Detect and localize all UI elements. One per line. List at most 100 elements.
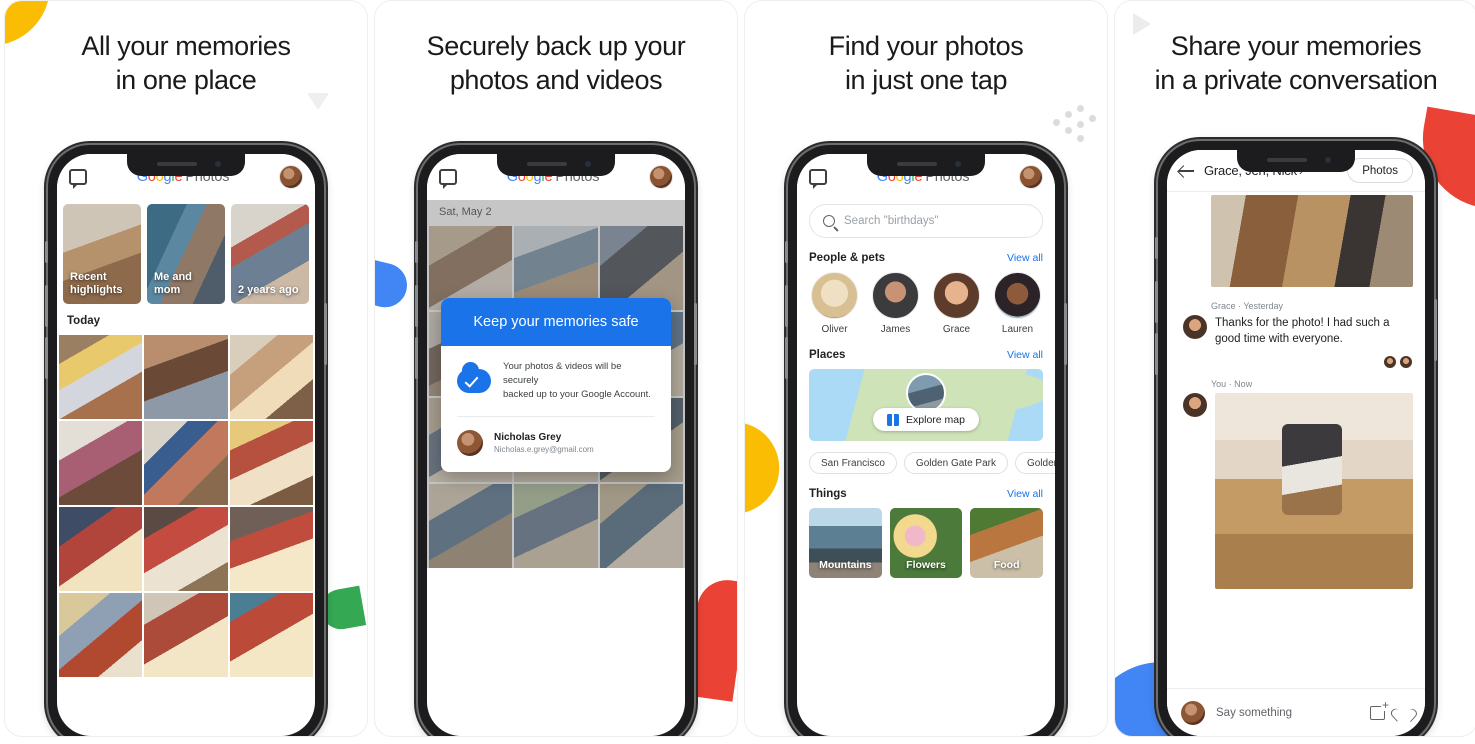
photo-thumbnail[interactable]	[144, 335, 228, 419]
avatar[interactable]	[649, 165, 673, 189]
photo-thumbnail[interactable]	[229, 507, 313, 591]
person-name: Lauren	[1001, 324, 1034, 335]
phone-screen: Grace, Jen, Nick› Photos Grace · Yesterd…	[1167, 150, 1425, 736]
message-composer[interactable]: Say something	[1167, 688, 1425, 736]
thing-card[interactable]: Mountains	[809, 508, 882, 578]
place-chip[interactable]: San Francisco	[809, 452, 897, 474]
avatar[interactable]	[1019, 165, 1043, 189]
screenshot-card-search[interactable]: Find your photos in just one tap Google P…	[744, 0, 1108, 737]
avatar	[1181, 700, 1205, 725]
phone-volume-up-button	[45, 285, 48, 327]
photo-thumbnail[interactable]	[59, 507, 143, 591]
phone-notch	[127, 154, 245, 176]
explore-map-button[interactable]: Explore map	[873, 408, 979, 431]
message-meta: You · Now	[1211, 379, 1253, 389]
page-title: Securely back up your photos and videos	[375, 29, 737, 97]
dialog-body: Your photos & videos will be securely ba…	[441, 346, 671, 416]
highlight-card[interactable]: 2 years ago	[231, 204, 309, 304]
view-all-link-places[interactable]: View all	[1007, 349, 1043, 361]
photo-thumbnail[interactable]	[144, 421, 228, 505]
headline-line-1: Share your memories	[1170, 31, 1422, 61]
phone-power-button	[324, 303, 327, 365]
screenshot-card-backup[interactable]: Securely back up your photos and videos	[374, 0, 738, 737]
photo-thumbnail[interactable]	[59, 335, 143, 419]
people-and-pets-row[interactable]: Oliver James Grace Lauren	[797, 270, 1055, 335]
highlight-card[interactable]: Recent highlights	[63, 204, 141, 304]
photo-thumbnail[interactable]	[229, 335, 313, 419]
map-pin-thumbnail	[906, 373, 946, 413]
person-item[interactable]: Lauren	[992, 272, 1043, 335]
photo-thumbnail[interactable]	[59, 421, 143, 505]
dialog-description-line-2: backed up to your Google Account.	[503, 389, 651, 400]
phone-volume-up-button	[785, 285, 788, 327]
screenshot-card-memories[interactable]: All your memories in one place Google Pho…	[4, 0, 368, 737]
phone-mute-switch	[415, 241, 418, 263]
seen-by-avatars	[1167, 347, 1425, 369]
section-title: Things	[809, 488, 847, 500]
photos-button[interactable]: Photos	[1347, 158, 1413, 183]
photo-grid[interactable]	[57, 335, 315, 677]
section-header-people: People & pets View all	[797, 238, 1055, 270]
message-photo[interactable]	[1211, 195, 1413, 287]
chat-bubble-icon[interactable]	[809, 169, 827, 189]
thing-card[interactable]: Food	[970, 508, 1044, 578]
person-item[interactable]: James	[870, 272, 921, 335]
view-all-link-things[interactable]: View all	[1007, 488, 1043, 500]
person-item[interactable]: Grace	[931, 272, 982, 335]
phone-screen: Google Photos Recent highlights Me and mom…	[57, 154, 315, 736]
photo-thumbnail[interactable]	[429, 484, 513, 568]
account-name: Nicholas Grey	[494, 432, 562, 443]
things-row[interactable]: Mountains Flowers Food	[797, 506, 1055, 578]
photo-thumbnail[interactable]	[229, 593, 313, 677]
headline-line-1: All your memories	[81, 31, 291, 61]
earpiece-speaker	[527, 162, 567, 166]
section-title: People & pets	[809, 252, 886, 264]
phone-notch	[867, 154, 985, 176]
dialog-description-line-1: Your photos & videos will be securely	[503, 361, 622, 386]
place-chips-row[interactable]: San Francisco Golden Gate Park Golden	[797, 441, 1055, 474]
message-photo[interactable]	[1215, 393, 1413, 589]
screenshot-card-share[interactable]: Share your memories in a private convers…	[1114, 0, 1475, 737]
account-row[interactable]: Nicholas Grey Nicholas.e.grey@gmail.com	[441, 417, 671, 472]
message-text-line-2: good time with everyone.	[1215, 333, 1343, 345]
phone-volume-down-button	[785, 337, 788, 379]
thing-card[interactable]: Flowers	[889, 508, 963, 578]
backup-dialog[interactable]: Keep your memories safe Your photos & vi…	[441, 298, 671, 472]
photo-thumbnail[interactable]	[599, 484, 683, 568]
highlight-card[interactable]: Me and mom	[147, 204, 225, 304]
thing-label: Mountains	[819, 559, 872, 571]
phone-screen: Google Photos Search "birthdays" People &…	[797, 154, 1055, 736]
photo-thumbnail[interactable]	[229, 421, 313, 505]
place-chip[interactable]: Golden	[1014, 452, 1055, 474]
photo-thumbnail[interactable]	[59, 593, 143, 677]
earpiece-speaker	[1267, 158, 1307, 162]
phone-volume-up-button	[415, 285, 418, 327]
phone-notch	[1237, 150, 1355, 172]
phone-mockup: Grace, Jen, Nick› Photos Grace · Yesterd…	[1155, 141, 1437, 736]
search-input[interactable]: Search "birthdays"	[809, 204, 1043, 238]
avatar	[1383, 355, 1397, 369]
back-arrow-icon[interactable]	[1179, 164, 1194, 177]
photo-thumbnail[interactable]	[514, 484, 598, 568]
earpiece-speaker	[897, 162, 937, 166]
message-text-line-1: Thanks for the photo! I had such a	[1215, 317, 1390, 329]
view-all-link-people[interactable]: View all	[1007, 252, 1043, 264]
photo-thumbnail[interactable]	[144, 507, 228, 591]
headline-line-2: in one place	[115, 65, 257, 95]
person-item[interactable]: Oliver	[809, 272, 860, 335]
chat-bubble-icon[interactable]	[69, 169, 87, 189]
highlights-carousel[interactable]: Recent highlights Me and mom 2 years ago	[57, 200, 315, 304]
section-label-today: Today	[67, 315, 101, 327]
photo-thumbnail[interactable]	[144, 593, 228, 677]
place-chip[interactable]: Golden Gate Park	[903, 452, 1008, 474]
chat-bubble-icon[interactable]	[439, 169, 457, 189]
map-preview[interactable]: Explore map	[809, 369, 1043, 441]
heart-icon[interactable]	[1396, 706, 1411, 720]
headline-line-1: Securely back up your	[426, 31, 686, 61]
headline-line-1: Find your photos	[828, 31, 1024, 61]
explore-map-label: Explore map	[906, 413, 965, 426]
phone-volume-down-button	[45, 337, 48, 379]
composer-placeholder[interactable]: Say something	[1216, 707, 1359, 719]
add-image-icon[interactable]	[1370, 698, 1390, 720]
avatar[interactable]	[279, 165, 303, 189]
